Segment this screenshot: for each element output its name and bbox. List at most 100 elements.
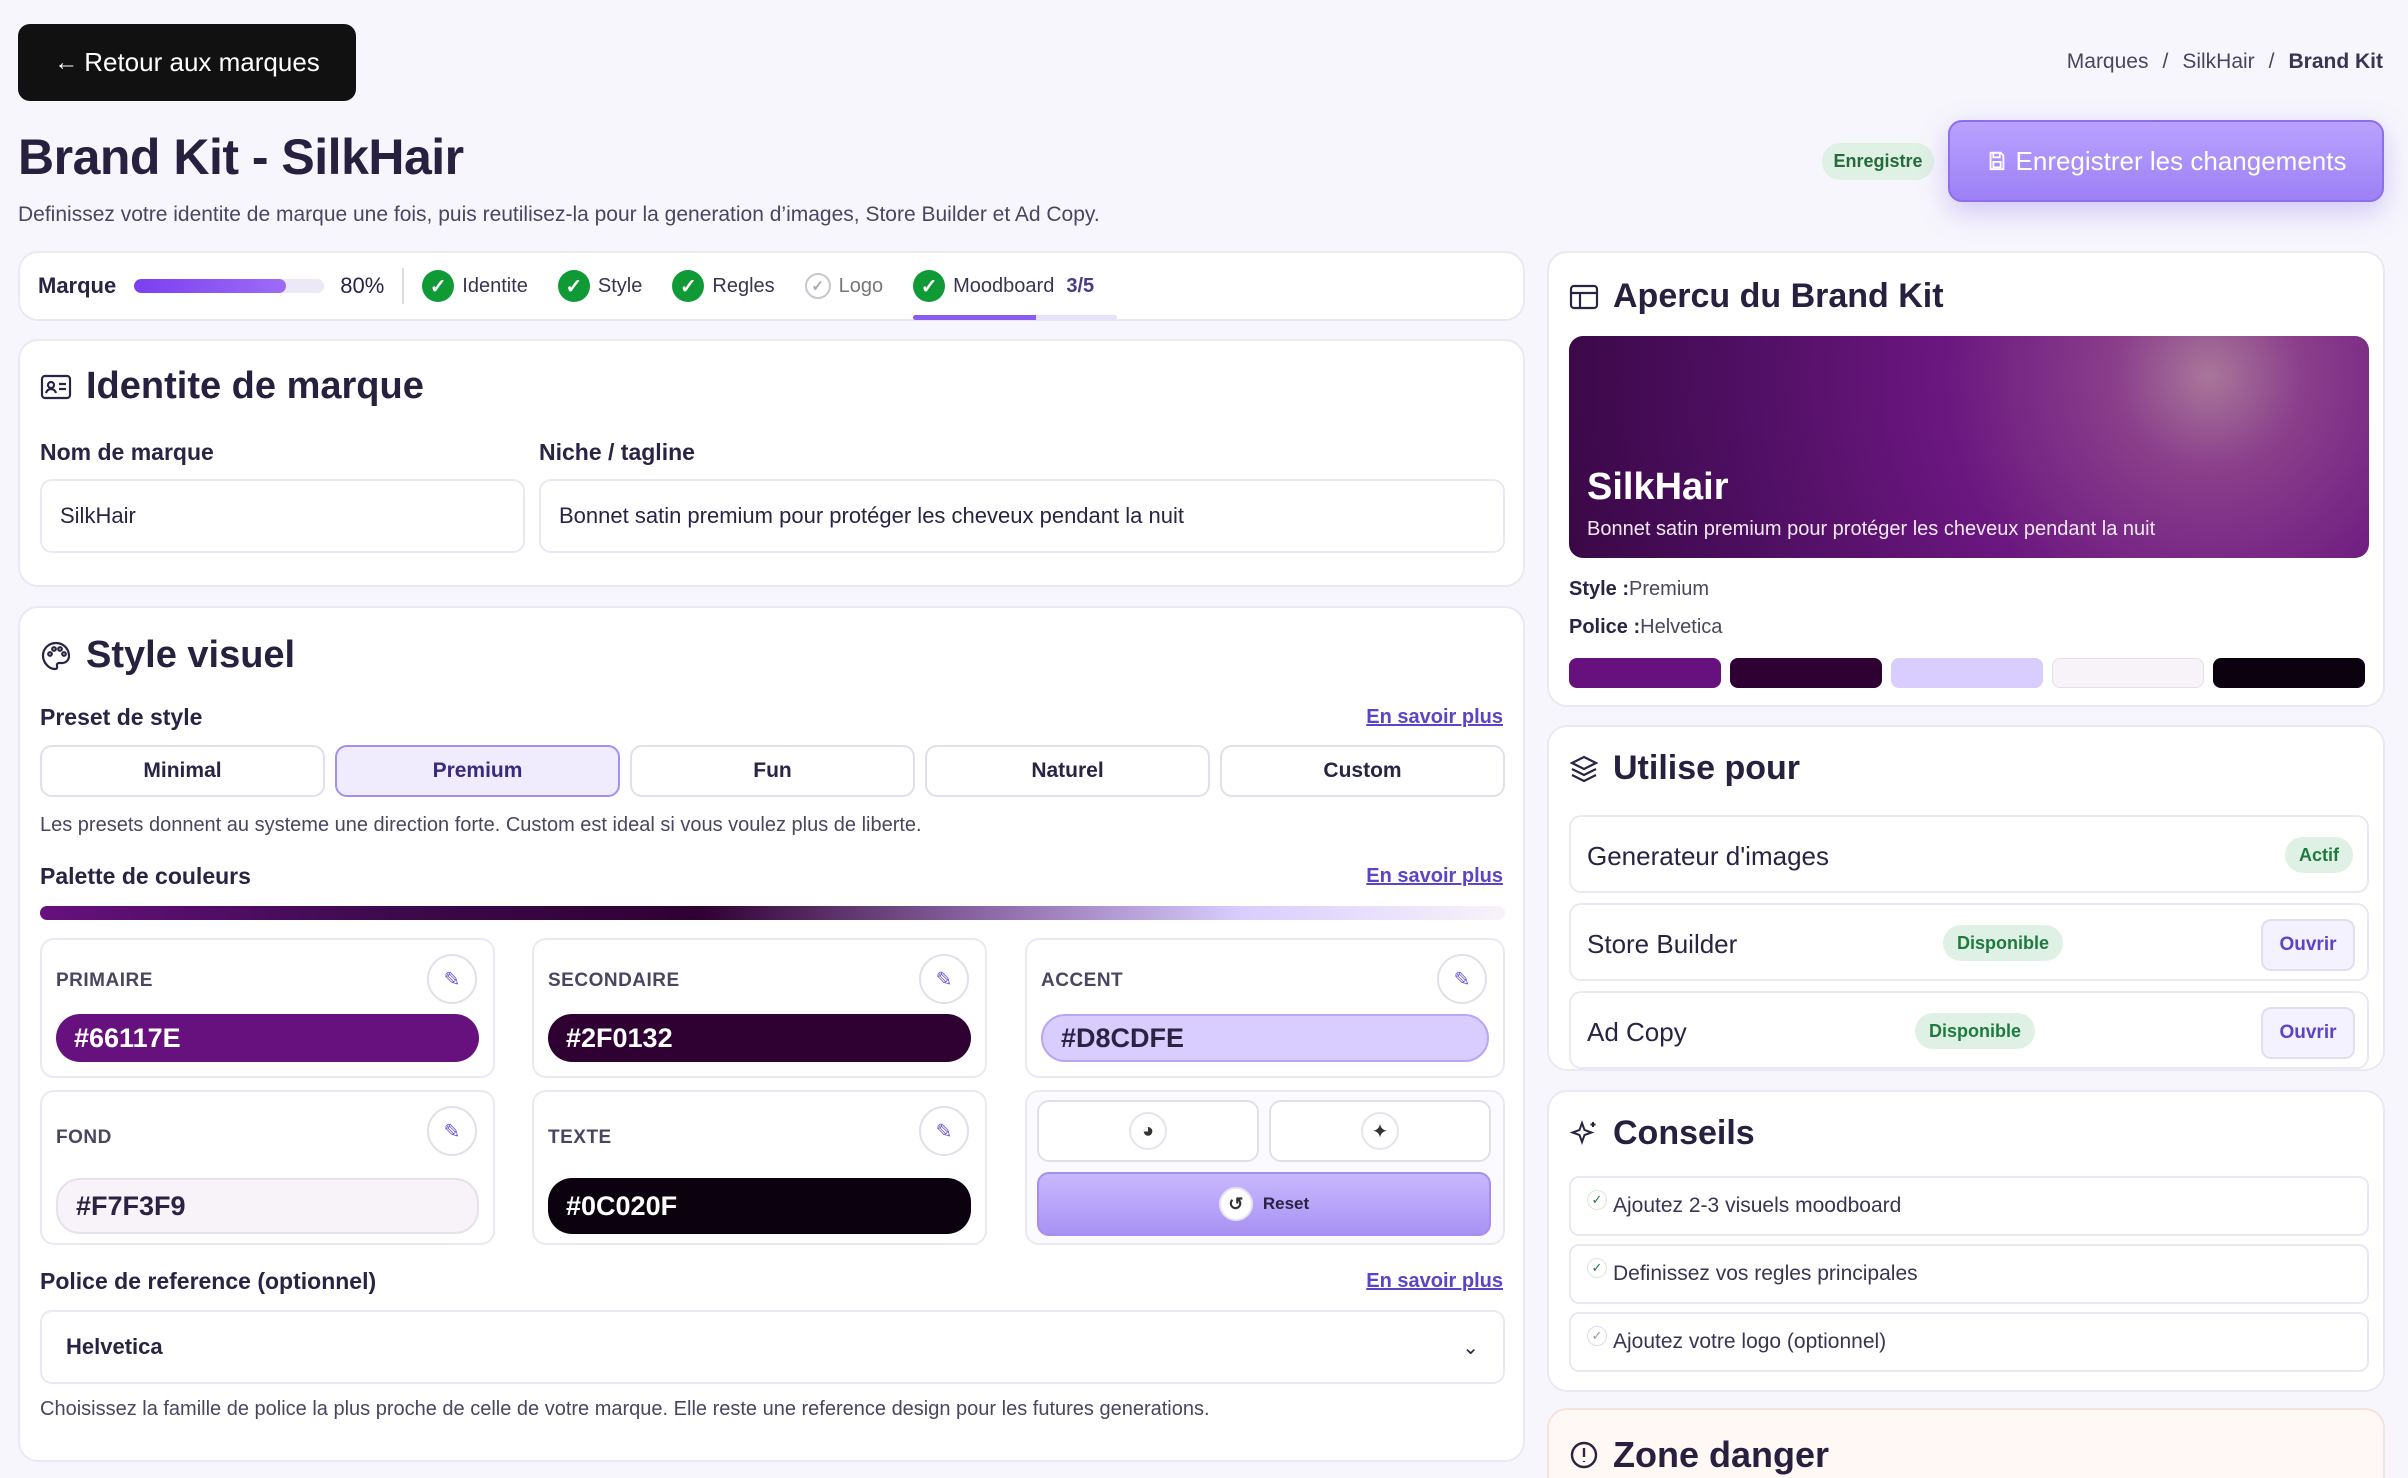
preset-naturel[interactable]: Naturel: [925, 745, 1210, 797]
back-button[interactable]: ← Retour aux marques: [18, 24, 356, 101]
swatch-text: TEXTE ✎ #0C020F: [532, 1090, 987, 1245]
color-value-input[interactable]: #0C020F: [548, 1178, 971, 1234]
learn-more-link-font[interactable]: En savoir plus: [1366, 1270, 1503, 1293]
preview-color-secondary: [1730, 658, 1882, 688]
step-logo[interactable]: ✓ Logo: [804, 273, 884, 299]
check-icon: ✓: [672, 270, 705, 302]
font-label: Police de reference (optionnel): [40, 1268, 377, 1294]
check-icon: ✓: [913, 270, 946, 302]
preset-fun[interactable]: Fun: [630, 745, 915, 797]
preset-minimal[interactable]: Minimal: [40, 745, 325, 797]
color-value-input[interactable]: #2F0132: [548, 1014, 971, 1062]
swatch-label: PRIMAIRE: [56, 970, 153, 991]
palette-generate-button[interactable]: ◕: [1037, 1100, 1259, 1162]
check-icon: ✓: [1587, 1258, 1607, 1278]
tips-title-text: Conseils: [1613, 1114, 1755, 1152]
page-subtitle: Definissez votre identite de marque une …: [18, 203, 1100, 226]
swatch-accent: ACCENT ✎ #D8CDFE: [1025, 938, 1505, 1078]
status-badge: Actif: [2285, 837, 2353, 873]
identity-card: Identite de marque Nom de marque SilkHai…: [18, 339, 1525, 587]
preset-premium[interactable]: Premium: [335, 745, 620, 797]
eyedropper-icon[interactable]: ✎: [427, 954, 477, 1004]
eyedropper-icon[interactable]: ✎: [427, 1106, 477, 1156]
color-value-input[interactable]: #F7F3F9: [56, 1178, 479, 1234]
color-value-input[interactable]: #66117E: [56, 1014, 479, 1062]
preview-font: Police :Helvetica: [1569, 616, 1722, 639]
palette-icon: ◕: [1129, 1112, 1167, 1150]
visual-style-card: Style visuel Preset de style En savoir p…: [18, 606, 1525, 1462]
moodboard-count: 3/5: [1066, 274, 1095, 297]
saved-status-badge: Enregistre: [1822, 143, 1934, 180]
swatch-label: SECONDAIRE: [548, 970, 680, 991]
sparkle-icon: ✦: [1361, 1112, 1399, 1150]
use-name: Ad Copy: [1587, 1017, 1687, 1047]
save-changes-button[interactable]: Enregistrer les changements: [1948, 120, 2384, 202]
step-label: Identite: [462, 274, 528, 297]
step-label: Regles: [712, 274, 775, 297]
swatch-primary: PRIMAIRE ✎ #66117E: [40, 938, 495, 1078]
swatch-label: TEXTE: [548, 1127, 612, 1148]
tip-text: Definissez vos regles principales: [1613, 1262, 1918, 1285]
progress-label: Marque: [38, 273, 117, 298]
use-row-image-generator: Generateur d'images Actif: [1569, 815, 2369, 893]
swatch-label: ACCENT: [1041, 970, 1124, 991]
font-select[interactable]: Helvetica ⌄: [40, 1310, 1505, 1384]
step-label: Style: [597, 274, 643, 297]
breadcrumb-sep: /: [2162, 50, 2169, 73]
font-value: Helvetica: [1640, 616, 1723, 638]
learn-more-link-palette[interactable]: En savoir plus: [1366, 865, 1503, 888]
tip-item: ✓ Ajoutez votre logo (optionnel): [1569, 1312, 2369, 1372]
use-row-ad-copy: Ad Copy Disponible Ouvrir: [1569, 991, 2369, 1069]
step-identite[interactable]: ✓ Identite: [422, 270, 528, 302]
status-badge: Disponible: [1915, 1013, 2036, 1049]
palette-gradient-strip: [40, 906, 1505, 920]
eyedropper-icon[interactable]: ✎: [919, 954, 969, 1004]
style-value: Premium: [1629, 578, 1710, 600]
preview-hero: SilkHair Bonnet satin premium pour proté…: [1569, 336, 2369, 558]
preset-label: Preset de style: [40, 704, 203, 730]
breadcrumb-marques[interactable]: Marques: [2067, 50, 2149, 74]
undo-icon: ↺: [1218, 1187, 1253, 1221]
color-value-input[interactable]: #D8CDFE: [1041, 1014, 1489, 1062]
style-title-text: Style visuel: [86, 634, 296, 676]
progress-track: [134, 279, 325, 293]
niche-input[interactable]: Bonnet satin premium pour protéger les c…: [539, 479, 1505, 553]
preview-color-background: [2052, 658, 2204, 688]
font-key: Police :: [1569, 616, 1641, 638]
open-store-builder-button[interactable]: Ouvrir: [2261, 919, 2355, 971]
danger-title: Zone danger: [1569, 1434, 1829, 1476]
status-badge: Disponible: [1943, 925, 2064, 961]
open-ad-copy-button[interactable]: Ouvrir: [2261, 1007, 2355, 1059]
hero-brand-name: SilkHair: [1587, 466, 1729, 508]
palette-tools: ◕ ✦ ↺ Reset: [1025, 1090, 1505, 1245]
layout-icon: [1569, 284, 1599, 309]
step-moodboard[interactable]: ✓ Moodboard 3/5: [913, 270, 1118, 320]
eyedropper-icon[interactable]: ✎: [919, 1106, 969, 1156]
tips-card: Conseils ✓ Ajoutez 2-3 visuels moodboard …: [1547, 1090, 2385, 1392]
breadcrumb-silkhair[interactable]: SilkHair: [2182, 50, 2254, 74]
step-regles[interactable]: ✓ Regles: [672, 270, 775, 302]
font-help-text: Choisissez la famille de police la plus …: [40, 1398, 1210, 1420]
brand-name-label: Nom de marque: [40, 439, 214, 465]
preview-title-text: Apercu du Brand Kit: [1613, 277, 1944, 315]
uses-title: Utilise pour: [1569, 749, 1800, 788]
use-name: Store Builder: [1587, 929, 1738, 959]
learn-more-link-preset[interactable]: En savoir plus: [1366, 706, 1503, 729]
swatch-label: FOND: [56, 1127, 112, 1148]
brand-name-input[interactable]: SilkHair: [40, 479, 525, 553]
preview-color-accent: [1891, 658, 2043, 688]
preset-custom[interactable]: Custom: [1220, 745, 1505, 797]
page-title: Brand Kit - SilkHair: [18, 129, 464, 185]
layers-icon: [1569, 755, 1599, 782]
danger-zone-card: Zone danger: [1547, 1408, 2385, 1478]
progress-percent: 80%: [340, 273, 385, 298]
reset-palette-button[interactable]: ↺ Reset: [1037, 1172, 1491, 1236]
preview-style: Style :Premium: [1569, 578, 1709, 601]
moodboard-progress: [913, 315, 1118, 320]
divider: [402, 268, 405, 304]
step-label: Logo: [838, 274, 884, 297]
eyedropper-icon[interactable]: ✎: [1437, 954, 1487, 1004]
ai-suggest-button[interactable]: ✦: [1269, 1100, 1491, 1162]
style-key: Style :: [1569, 578, 1630, 600]
step-style[interactable]: ✓ Style: [557, 270, 643, 302]
